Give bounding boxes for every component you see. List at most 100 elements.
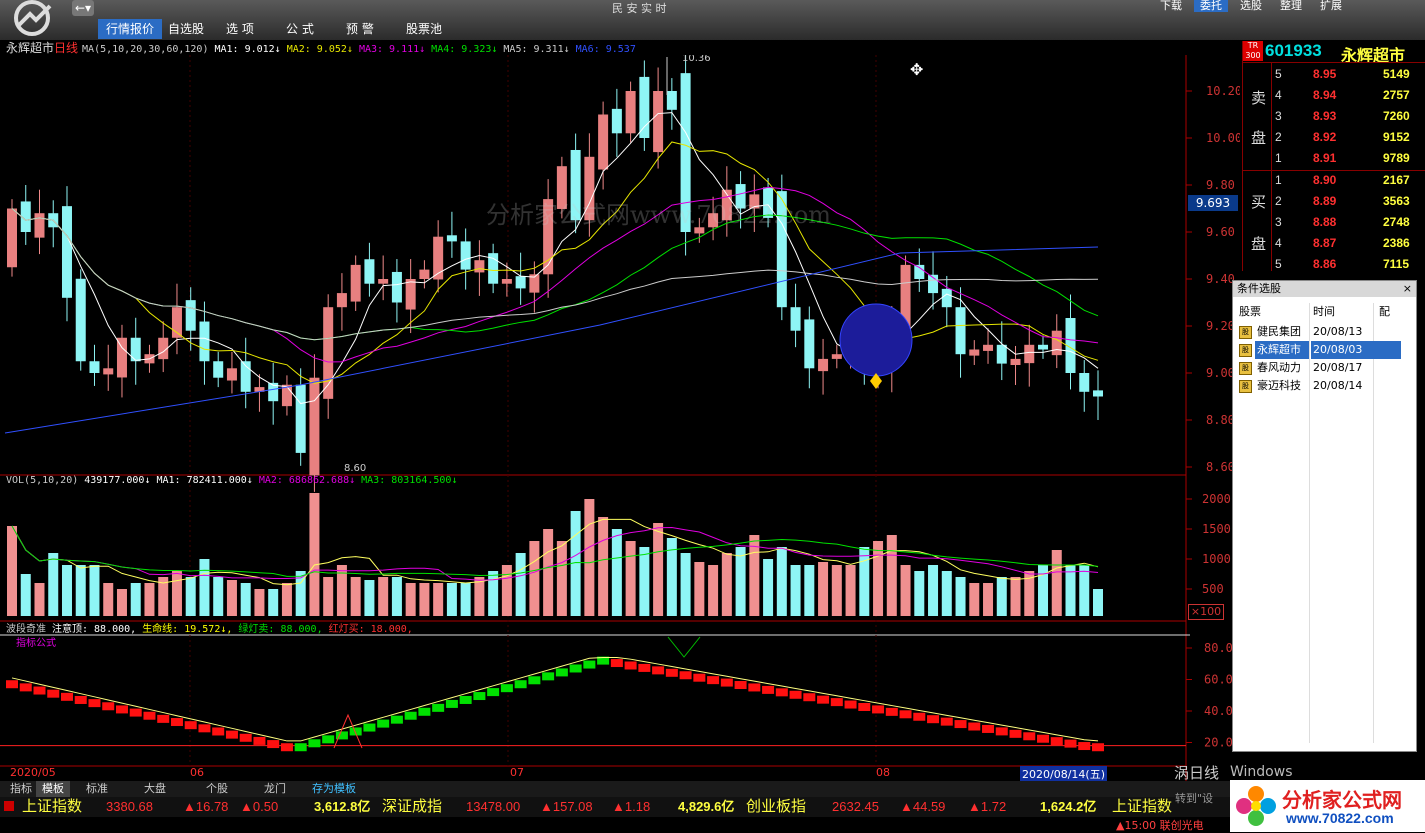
toolbar-button-2[interactable]: 选股 (1234, 0, 1268, 12)
legend-item: 红灯买: 18.000, (328, 624, 413, 635)
volume-bar (144, 583, 155, 616)
quote-price: 8.95 (1313, 67, 1337, 81)
close-icon[interactable]: × (1403, 281, 1412, 297)
stock-name: 永辉超市 (6, 41, 55, 55)
quote-volume: 9152 (1383, 130, 1410, 144)
quote-row[interactable]: 2 8.92 9152 (1275, 128, 1425, 146)
condition-row[interactable]: 股豪迈科技 20/08/14 (1233, 377, 1416, 395)
quote-row[interactable]: 4 8.87 2386 (1275, 234, 1425, 252)
quote-row[interactable]: 5 8.86 7115 (1275, 255, 1425, 273)
legend-item: MA1: 782411.000↓ (156, 475, 253, 486)
bottom-tab-0[interactable]: 指标 (4, 781, 38, 797)
quote-row[interactable]: 1 8.90 2167 (1275, 171, 1425, 189)
ticker-name[interactable]: 深证成指 (382, 797, 442, 817)
toolbar-button-3[interactable]: 整理 (1274, 0, 1308, 12)
candle-body (996, 344, 1007, 364)
menu-5[interactable]: 股票池 (398, 19, 450, 39)
status-bar: ▲15:00 联创光电 (0, 817, 1425, 833)
ticker-name[interactable]: 创业板指 (746, 797, 806, 817)
condition-stock-date: 20/08/13 (1313, 325, 1363, 338)
header-time[interactable]: 时间 (1313, 303, 1335, 321)
volume-bar (350, 577, 361, 616)
candle-body (969, 349, 980, 356)
menu-3[interactable]: 公 式 (278, 19, 322, 39)
brand-banner: 分析家公式网 www.70822.com (1230, 780, 1425, 832)
volume-bar (515, 553, 526, 616)
bottom-tab-6[interactable]: 存为模板 (306, 781, 362, 797)
menu-1[interactable]: 自选股 (160, 19, 212, 39)
condition-stock-panel[interactable]: 条件选股 × 股票 时间 配 股健民集团 20/08/13 股永辉超市 20/08/03… (1232, 280, 1417, 752)
quote-price: 8.90 (1313, 173, 1337, 187)
volume-bar (584, 499, 595, 616)
indicator-block (583, 660, 596, 669)
bottom-tab-5[interactable]: 龙门 (258, 781, 292, 797)
x-axis: 2020/05 06 07 08 2020/08/14(五) (0, 766, 1190, 782)
ticker-change: ▲44.59 (900, 799, 946, 814)
quote-row[interactable]: 1 8.91 9789 (1275, 149, 1425, 167)
condition-row[interactable]: 股永辉超市 20/08/03 (1233, 341, 1416, 359)
menu-0[interactable]: 行情报价 (98, 19, 163, 39)
condition-stock-name: 豪迈科技 (1257, 379, 1301, 392)
quote-volume: 7115 (1383, 257, 1410, 271)
ticker-name[interactable]: 上证指数 (22, 797, 82, 817)
candle-body (295, 384, 306, 453)
volume-bar (323, 577, 334, 616)
bottom-tab-1[interactable]: 模板 (36, 781, 70, 797)
indicator-tick: 80.0 (1204, 641, 1233, 655)
volume-bar (804, 565, 815, 616)
indicator-block (170, 718, 183, 727)
menu-4[interactable]: 预 警 (338, 19, 382, 39)
price-tick: 10.00 (1206, 131, 1240, 145)
quote-row[interactable]: 3 8.93 7260 (1275, 107, 1425, 125)
sell-label-1: 卖 (1251, 89, 1267, 107)
indicator-block (157, 714, 170, 723)
indicator-block (542, 672, 555, 681)
quote-row[interactable]: 4 8.94 2757 (1275, 86, 1425, 104)
candle-body (818, 358, 829, 372)
quote-row[interactable]: 5 8.95 5149 (1275, 65, 1425, 83)
toolbar-button-1[interactable]: 委托 (1194, 0, 1228, 12)
chart-canvas[interactable]: 10.20 10.00 9.80 9.60 9.40 9.20 9.00 8.80 8.60 20… (0, 55, 1240, 781)
legend-item: MA2: 686862.688↓ (258, 475, 356, 486)
indicator-block (1009, 729, 1022, 738)
brand-name: 分析家公式网 (1282, 790, 1402, 812)
indicator-block (1050, 737, 1063, 746)
quote-price: 8.87 (1313, 236, 1337, 250)
header-match[interactable]: 配 (1379, 303, 1390, 321)
indicator-tick: 20.0 (1204, 736, 1233, 750)
header-stock[interactable]: 股票 (1239, 303, 1261, 321)
status-right: Windows (1230, 764, 1293, 780)
candle-body (226, 368, 237, 381)
watermark: 分析家公式网www.70822.com (486, 201, 832, 229)
quote-row[interactable]: 2 8.89 3563 (1275, 192, 1425, 210)
bottom-tab-4[interactable]: 个股 (200, 781, 234, 797)
quote-price: 8.89 (1313, 194, 1337, 208)
menu-2[interactable]: 选 项 (218, 19, 262, 39)
volume-bar (501, 565, 512, 616)
condition-stock-date: 20/08/14 (1313, 379, 1363, 392)
volume-bar (446, 583, 457, 616)
indicator-block (940, 717, 953, 726)
volume-bar (281, 583, 292, 616)
quote-level: 4 (1275, 236, 1282, 250)
legend-item: 生命线: 19.572↓, (142, 624, 233, 635)
quote-row[interactable]: 3 8.88 2748 (1275, 213, 1425, 231)
condition-table-header: 股票 时间 配 (1233, 303, 1416, 321)
quote-volume: 7260 (1383, 109, 1410, 123)
x-label-jun: 06 (190, 766, 204, 779)
toolbar-button-4[interactable]: 扩展 (1314, 0, 1348, 12)
condition-row[interactable]: 股春风动力 20/08/17 (1233, 359, 1416, 377)
indicator-block (1092, 743, 1104, 752)
condition-row[interactable]: 股健民集团 20/08/13 (1233, 323, 1416, 341)
indicator-block (74, 695, 87, 704)
volume-bar (364, 580, 375, 616)
back-arrow-icon[interactable]: ←▾ (72, 0, 94, 16)
indicator-block (432, 703, 445, 712)
volume-bar (763, 559, 774, 616)
indicator-block (102, 702, 115, 711)
bottom-tab-3[interactable]: 大盘 (138, 781, 172, 797)
quote-level: 2 (1275, 130, 1282, 144)
indicator-block (775, 688, 788, 697)
toolbar-button-0[interactable]: 下载 (1154, 0, 1188, 12)
bottom-tab-2[interactable]: 标准 (80, 781, 114, 797)
